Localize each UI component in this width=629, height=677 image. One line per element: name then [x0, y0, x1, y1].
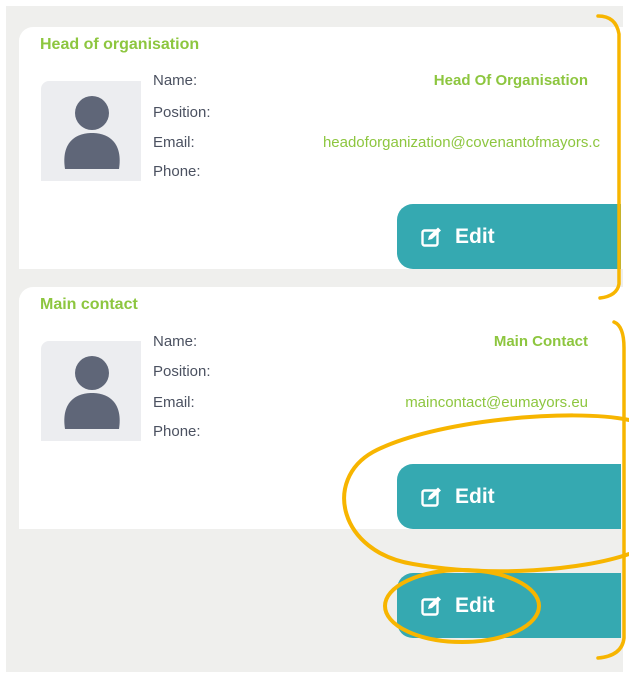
edit-main-contact-button[interactable]: Edit: [397, 464, 621, 529]
edit-button[interactable]: Edit: [397, 573, 621, 638]
avatar: [41, 81, 141, 181]
avatar: [41, 341, 141, 441]
position-label: Position:: [153, 104, 211, 121]
edit-button-label: Edit: [455, 484, 495, 508]
phone-label: Phone:: [153, 423, 201, 440]
phone-label: Phone:: [153, 163, 201, 180]
name-value: Main Contact: [493, 333, 588, 350]
name-value: Head Of Organisation: [433, 72, 588, 89]
edit-icon: [421, 487, 443, 507]
name-label: Name:: [153, 72, 198, 89]
email-label: Email:: [153, 394, 195, 411]
position-label: Position:: [153, 363, 211, 380]
avatar-icon: [64, 356, 120, 429]
email-value: maincontact@eumayors.eu: [405, 394, 588, 411]
email-label: Email:: [153, 134, 195, 151]
edit-icon: [421, 227, 443, 247]
edit-icon: [421, 596, 443, 616]
name-label: Name:: [153, 333, 198, 350]
edit-head-of-organisation-button[interactable]: Edit: [397, 204, 621, 269]
edit-button-label: Edit: [455, 224, 495, 248]
avatar-icon: [64, 96, 120, 169]
card-title: Head of organisation: [40, 36, 200, 53]
edit-button-label: Edit: [455, 593, 495, 617]
email-value: headoforganization@covenantofmayors.c: [322, 134, 600, 151]
card-title: Main contact: [40, 296, 138, 313]
